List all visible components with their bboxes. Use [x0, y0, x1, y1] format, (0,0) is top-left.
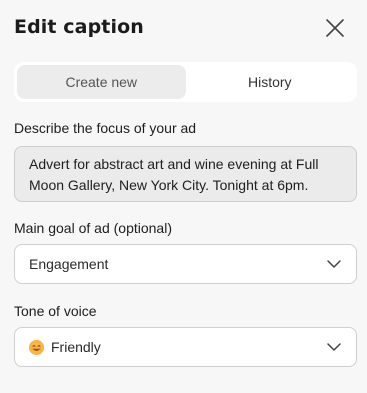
tab-bar: Create new History	[14, 62, 357, 102]
edit-caption-panel: Edit caption Create new History Describe…	[0, 0, 367, 393]
tone-select-value: Friendly	[51, 339, 101, 355]
tab-history[interactable]: History	[186, 65, 355, 99]
chevron-down-icon	[327, 260, 341, 268]
close-icon	[326, 19, 344, 37]
goal-select[interactable]: Engagement	[14, 244, 357, 284]
tab-create-new[interactable]: Create new	[17, 65, 186, 99]
chevron-down-icon	[327, 343, 341, 351]
smiling-face-icon	[29, 339, 44, 355]
tone-label: Tone of voice	[14, 303, 97, 319]
focus-label: Describe the focus of your ad	[14, 120, 197, 136]
page-title: Edit caption	[14, 16, 144, 38]
focus-textarea[interactable]: Advert for abstract art and wine evening…	[14, 146, 357, 202]
goal-label: Main goal of ad (optional)	[14, 220, 172, 236]
close-button[interactable]	[322, 15, 348, 41]
goal-select-value: Engagement	[29, 256, 109, 272]
tone-select[interactable]: Friendly	[14, 327, 357, 367]
